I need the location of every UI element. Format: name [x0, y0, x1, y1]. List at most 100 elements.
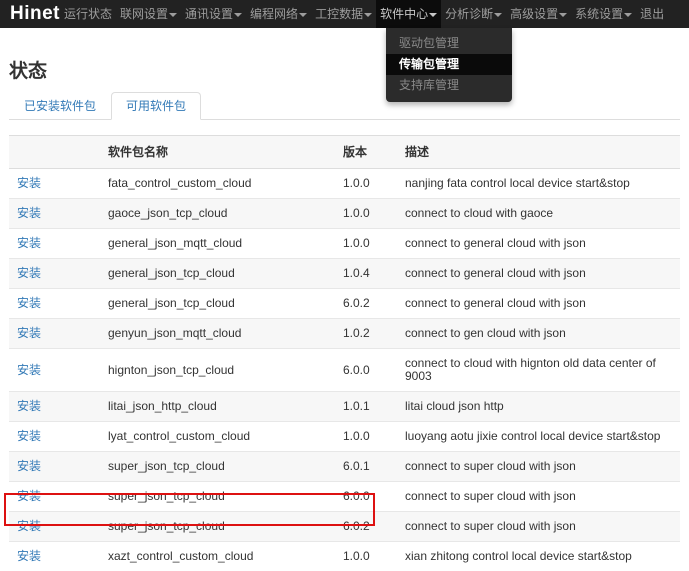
nav-item-label: 系统设置: [575, 7, 623, 21]
install-link[interactable]: 安装: [17, 206, 41, 220]
caret-down-icon: [494, 13, 502, 17]
tab-available-packages[interactable]: 可用软件包: [111, 92, 201, 120]
package-name: hignton_json_tcp_cloud: [100, 349, 335, 392]
dropdown-item[interactable]: 支持库管理: [386, 75, 512, 96]
nav-item-label: 分析诊断: [445, 7, 493, 21]
table-row: 安装 general_json_tcp_cloud 1.0.4 connect …: [9, 259, 680, 289]
install-link[interactable]: 安装: [17, 296, 41, 310]
table-row: 安装 general_json_mqtt_cloud 1.0.0 connect…: [9, 229, 680, 259]
brand-logo[interactable]: Hinet: [10, 0, 60, 28]
caret-down-icon: [429, 13, 437, 17]
caret-down-icon: [299, 13, 307, 17]
package-description: connect to general cloud with json: [397, 259, 680, 289]
nav-item-label: 退出: [640, 7, 664, 21]
nav-item[interactable]: 退出: [636, 0, 668, 28]
install-link[interactable]: 安装: [17, 176, 41, 190]
table-row: 安装 genyun_json_mqtt_cloud 1.0.2 connect …: [9, 319, 680, 349]
package-version: 1.0.0: [335, 229, 397, 259]
package-version: 6.0.0: [335, 482, 397, 512]
top-navbar: Hinet 运行状态 联网设置 通讯设置 编程网络 工控数据 软件中心 分析诊断…: [0, 0, 689, 28]
install-link[interactable]: 安装: [17, 459, 41, 473]
table-row: 安装 super_json_tcp_cloud 6.0.1 connect to…: [9, 452, 680, 482]
dropdown-item-label: 驱动包管理: [399, 36, 459, 50]
packages-table: 软件包名称 版本 描述 安装 fata_control_custom_cloud…: [9, 135, 680, 571]
column-header-action: [9, 136, 100, 169]
caret-down-icon: [169, 13, 177, 17]
install-link[interactable]: 安装: [17, 363, 41, 377]
package-description: connect to cloud with gaoce: [397, 199, 680, 229]
package-version: 1.0.4: [335, 259, 397, 289]
column-header-description: 描述: [397, 136, 680, 169]
install-link[interactable]: 安装: [17, 429, 41, 443]
software-center-dropdown: 驱动包管理 传输包管理 支持库管理: [386, 28, 512, 102]
nav-item[interactable]: 通讯设置: [181, 0, 246, 28]
tab-label: 已安装软件包: [24, 99, 96, 113]
package-name: litai_json_http_cloud: [100, 392, 335, 422]
package-version: 1.0.0: [335, 422, 397, 452]
table-row: 安装 xazt_control_custom_cloud 1.0.0 xian …: [9, 542, 680, 571]
package-version: 6.0.1: [335, 452, 397, 482]
install-link[interactable]: 安装: [17, 399, 41, 413]
nav-item-label: 高级设置: [510, 7, 558, 21]
package-name: gaoce_json_tcp_cloud: [100, 199, 335, 229]
page-content: 状态 已安装软件包 可用软件包 软件包名称 版本 描述 安装 fata_cont…: [0, 28, 689, 571]
package-version: 1.0.0: [335, 169, 397, 199]
nav-item[interactable]: 运行状态: [60, 0, 116, 28]
nav-item[interactable]: 编程网络: [246, 0, 311, 28]
nav-item-label: 软件中心: [380, 7, 428, 21]
nav-item[interactable]: 高级设置: [506, 0, 571, 28]
nav-item[interactable]: 系统设置: [571, 0, 636, 28]
package-version: 6.0.2: [335, 289, 397, 319]
page-title: 状态: [9, 28, 680, 82]
nav-item-label: 联网设置: [120, 7, 168, 21]
nav-item-label: 工控数据: [315, 7, 363, 21]
caret-down-icon: [234, 13, 242, 17]
package-description: connect to general cloud with json: [397, 289, 680, 319]
install-link[interactable]: 安装: [17, 549, 41, 563]
install-link[interactable]: 安装: [17, 519, 41, 533]
package-name: xazt_control_custom_cloud: [100, 542, 335, 571]
install-link[interactable]: 安装: [17, 266, 41, 280]
package-version: 6.0.2: [335, 512, 397, 542]
table-row: 安装 lyat_control_custom_cloud 1.0.0 luoya…: [9, 422, 680, 452]
package-name: lyat_control_custom_cloud: [100, 422, 335, 452]
package-description: connect to cloud with hignton old data c…: [397, 349, 680, 392]
table-row: 安装 hignton_json_tcp_cloud 6.0.0 connect …: [9, 349, 680, 392]
caret-down-icon: [364, 13, 372, 17]
package-description: xian zhitong control local device start&…: [397, 542, 680, 571]
nav-item[interactable]: 工控数据: [311, 0, 376, 28]
package-description: connect to super cloud with json: [397, 482, 680, 512]
package-description: connect to general cloud with json: [397, 229, 680, 259]
package-description: connect to super cloud with json: [397, 452, 680, 482]
dropdown-item[interactable]: 传输包管理: [386, 54, 512, 75]
table-row: 安装 fata_control_custom_cloud 1.0.0 nanji…: [9, 169, 680, 199]
package-version: 6.0.0: [335, 349, 397, 392]
nav-item[interactable]: 联网设置: [116, 0, 181, 28]
tab-label: 可用软件包: [126, 99, 186, 113]
package-description: connect to super cloud with json: [397, 512, 680, 542]
package-name: general_json_mqtt_cloud: [100, 229, 335, 259]
install-link[interactable]: 安装: [17, 236, 41, 250]
nav-item[interactable]: 软件中心: [376, 0, 441, 28]
dropdown-item-label: 支持库管理: [399, 78, 459, 92]
table-row: 安装 general_json_tcp_cloud 6.0.2 connect …: [9, 289, 680, 319]
caret-down-icon: [559, 13, 567, 17]
table-row: 安装 super_json_tcp_cloud 6.0.0 connect to…: [9, 482, 680, 512]
package-name: super_json_tcp_cloud: [100, 482, 335, 512]
table-row: 安装 litai_json_http_cloud 1.0.1 litai clo…: [9, 392, 680, 422]
table-header-row: 软件包名称 版本 描述: [9, 136, 680, 169]
dropdown-item[interactable]: 驱动包管理: [386, 33, 512, 54]
package-description: nanjing fata control local device start&…: [397, 169, 680, 199]
nav-item[interactable]: 分析诊断: [441, 0, 506, 28]
nav-item-label: 运行状态: [64, 7, 112, 21]
install-link[interactable]: 安装: [17, 489, 41, 503]
nav-item-label: 通讯设置: [185, 7, 233, 21]
package-name: fata_control_custom_cloud: [100, 169, 335, 199]
package-name: super_json_tcp_cloud: [100, 452, 335, 482]
dropdown-item-label: 传输包管理: [399, 57, 459, 71]
install-link[interactable]: 安装: [17, 326, 41, 340]
table-row: 安装 super_json_tcp_cloud 6.0.2 connect to…: [9, 512, 680, 542]
tab-installed-packages[interactable]: 已安装软件包: [9, 92, 111, 120]
package-version: 1.0.2: [335, 319, 397, 349]
nav-item-label: 编程网络: [250, 7, 298, 21]
